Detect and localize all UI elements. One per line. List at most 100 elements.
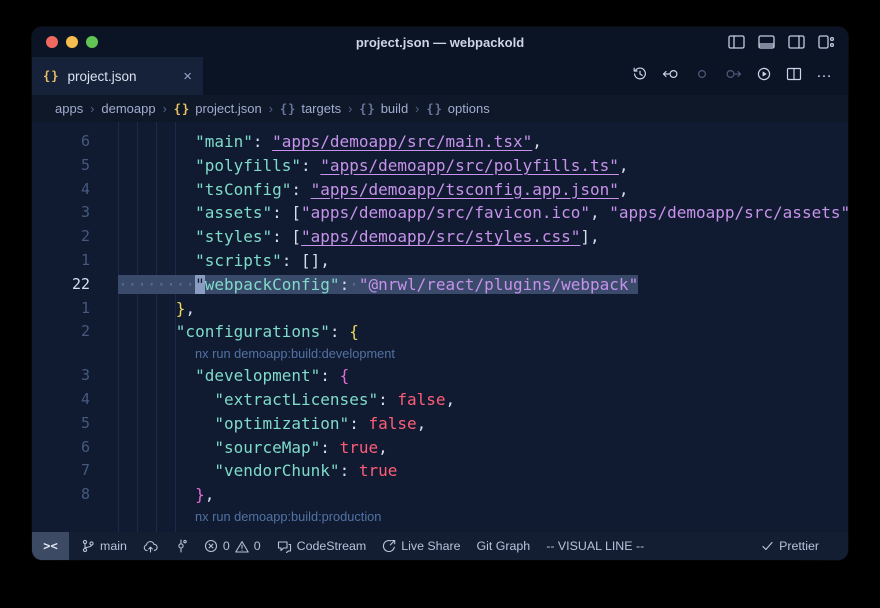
minimize-button[interactable]	[66, 36, 78, 48]
code-text: "tsConfig": "apps/demoapp/tsconfig.app.j…	[118, 178, 629, 202]
json-braces-icon: {}	[280, 102, 296, 116]
remote-indicator[interactable]: ><	[32, 532, 69, 560]
run-icon[interactable]	[756, 66, 772, 87]
commit-graph[interactable]	[174, 539, 188, 553]
line-number[interactable]: 2	[32, 320, 90, 344]
code-line[interactable]: 1 },	[32, 297, 848, 321]
window-title: project.json — webpackold	[32, 35, 848, 50]
layout-panel-icon[interactable]	[758, 35, 775, 49]
split-editor-icon[interactable]	[786, 66, 802, 87]
codestream-label: CodeStream	[297, 539, 367, 553]
line-number[interactable]: 5	[32, 412, 90, 436]
code-text: "polyfills": "apps/demoapp/src/polyfills…	[118, 154, 629, 178]
problems-label-2: 0	[254, 539, 261, 553]
titlebar-layout-actions	[728, 27, 835, 57]
line-number[interactable]: 1	[32, 249, 90, 273]
live-share[interactable]: Live Share	[382, 539, 460, 553]
live-share-label: Live Share	[401, 539, 460, 553]
line-number[interactable]: 3	[32, 201, 90, 225]
code-line[interactable]: 7 "vendorChunk": true	[32, 459, 848, 483]
json-braces-icon: {}	[43, 69, 59, 83]
nav-position-icon[interactable]	[694, 66, 710, 87]
layout-customize-icon[interactable]	[818, 35, 835, 49]
codelens[interactable]: nx run demoapp:build:production	[32, 507, 848, 527]
code-text: "vendorChunk": true	[118, 459, 397, 483]
breadcrumb-item-build[interactable]: {}build	[359, 101, 408, 116]
breadcrumb-label: options	[448, 101, 490, 116]
code-text: ········"webpackConfig":·"@nrwl/react/pl…	[118, 273, 638, 297]
code-text: "assets": ["apps/demoapp/src/favicon.ico…	[118, 201, 848, 225]
line-number[interactable]: 2	[32, 225, 90, 249]
code-lines: 6 "main": "apps/demoapp/src/main.tsx",5 …	[32, 122, 848, 532]
code-text: "styles": ["apps/demoapp/src/styles.css"…	[118, 225, 600, 249]
breadcrumb-item-targets[interactable]: {}targets	[280, 101, 341, 116]
layout-sidebar-right-icon[interactable]	[788, 35, 805, 49]
code-text: "extractLicenses": false,	[118, 388, 455, 412]
warning-icon	[235, 540, 249, 553]
code-line[interactable]: 3 "assets": ["apps/demoapp/src/favicon.i…	[32, 201, 848, 225]
code-line[interactable]: 5 "polyfills": "apps/demoapp/src/polyfil…	[32, 154, 848, 178]
problems[interactable]: 00	[204, 539, 261, 553]
line-number[interactable]: 9	[32, 527, 90, 532]
code-line[interactable]: 5 "optimization": false,	[32, 412, 848, 436]
line-number[interactable]: 4	[32, 178, 90, 202]
line-number[interactable]: 1	[32, 297, 90, 321]
line-number[interactable]: 6	[32, 436, 90, 460]
git-branch[interactable]: main	[81, 539, 127, 553]
tab-project-json[interactable]: {} project.json ×	[32, 57, 203, 95]
breadcrumb-label: project.json	[195, 101, 261, 116]
line-number[interactable]: 8	[32, 483, 90, 507]
code-line[interactable]: 9 "production": {	[32, 527, 848, 532]
code-text: "scripts": [],	[118, 249, 330, 273]
visual-selection: ········"webpackConfig":·"@nrwl/react/pl…	[118, 275, 638, 294]
code-text: },	[118, 483, 214, 507]
line-number[interactable]: 22	[32, 273, 90, 297]
code-line[interactable]: 2 "styles": ["apps/demoapp/src/styles.cs…	[32, 225, 848, 249]
git-graph[interactable]: Git Graph	[476, 539, 530, 553]
nav-forward-icon[interactable]	[724, 66, 742, 87]
vim-mode[interactable]: -- VISUAL LINE --	[546, 539, 644, 553]
close-tab-icon[interactable]: ×	[183, 69, 192, 84]
git-branch-label: main	[100, 539, 127, 553]
code-text: "sourceMap": true,	[118, 436, 388, 460]
git-graph-label: Git Graph	[476, 539, 530, 553]
code-line[interactable]: 3 "development": {	[32, 364, 848, 388]
code-text: "configurations": {	[118, 320, 359, 344]
zoom-button[interactable]	[86, 36, 98, 48]
code-line[interactable]: 4 "tsConfig": "apps/demoapp/tsconfig.app…	[32, 178, 848, 202]
code-line[interactable]: 4 "extractLicenses": false,	[32, 388, 848, 412]
status-bar: >< main 00 CodeStream Live Share Git Graph -- …	[32, 532, 848, 560]
code-line[interactable]: 22 ········"webpackConfig":·"@nrwl/react/…	[32, 273, 848, 297]
breadcrumb-separator: ›	[348, 102, 352, 116]
breadcrumb-label: apps	[55, 101, 83, 116]
breadcrumb-item-project-json[interactable]: {}project.json	[174, 101, 262, 116]
line-number[interactable]: 4	[32, 388, 90, 412]
code-line[interactable]: 6 "main": "apps/demoapp/src/main.tsx",	[32, 130, 848, 154]
code-line[interactable]: 6 "sourceMap": true,	[32, 436, 848, 460]
titlebar: project.json — webpackold	[32, 27, 848, 57]
line-number[interactable]: 6	[32, 130, 90, 154]
prettier[interactable]: Prettier	[761, 539, 819, 553]
line-number[interactable]: 3	[32, 364, 90, 388]
nav-back-icon[interactable]	[662, 66, 680, 87]
error-icon	[204, 539, 218, 553]
codestream[interactable]: CodeStream	[277, 539, 367, 553]
breadcrumb-item-demoapp[interactable]: demoapp	[101, 101, 155, 116]
codelens[interactable]: nx run demoapp:build:development	[32, 344, 848, 364]
json-braces-icon: {}	[426, 102, 442, 116]
timeline-icon[interactable]	[632, 66, 648, 87]
more-actions-icon[interactable]: …	[816, 65, 833, 81]
line-number[interactable]: 5	[32, 154, 90, 178]
breadcrumb-item-options[interactable]: {} options	[426, 101, 489, 116]
breadcrumb-item-apps[interactable]: apps	[55, 101, 83, 116]
code-line[interactable]: 8 },	[32, 483, 848, 507]
breadcrumb: apps›demoapp›{}project.json›{}targets›{}…	[32, 95, 848, 122]
code-line[interactable]: 1 "scripts": [],	[32, 249, 848, 273]
code-line[interactable]: 2 "configurations": {	[32, 320, 848, 344]
layout-sidebar-left-icon[interactable]	[728, 35, 745, 49]
code-editor[interactable]: 6 "main": "apps/demoapp/src/main.tsx",5 …	[32, 122, 848, 532]
publish[interactable]	[143, 540, 158, 553]
close-button[interactable]	[46, 36, 58, 48]
breadcrumb-separator: ›	[163, 102, 167, 116]
line-number[interactable]: 7	[32, 459, 90, 483]
